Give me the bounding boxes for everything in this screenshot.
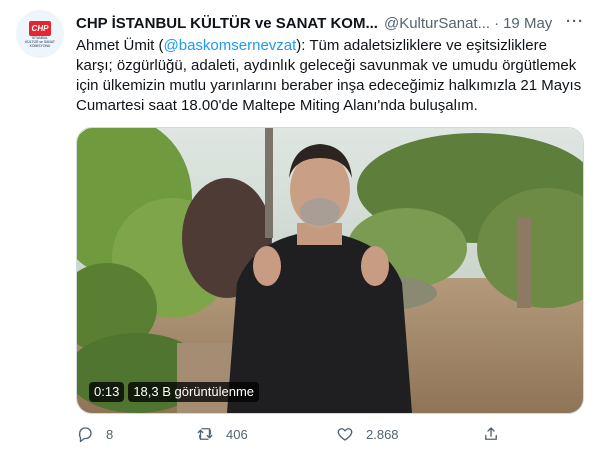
avatar[interactable]: CHP İSTANBUL KÜLTÜR ve SANAT KOMİSYONU	[16, 10, 64, 58]
tweet-card[interactable]: CHP İSTANBUL KÜLTÜR ve SANAT KOMİSYONU C…	[0, 0, 598, 457]
tweet-actions: 8 406 2.868	[76, 425, 506, 447]
display-name[interactable]: CHP İSTANBUL KÜLTÜR ve SANAT KOM...	[76, 15, 378, 32]
user-handle[interactable]: @KulturSanat...	[384, 15, 490, 32]
retweet-icon	[197, 428, 213, 440]
separator-dot: ·	[494, 14, 500, 32]
share-icon	[485, 427, 497, 440]
like-icon	[337, 428, 353, 441]
share-button[interactable]	[482, 425, 512, 443]
like-count: 2.868	[366, 426, 399, 442]
video-meta: 0:13 18,3 B görüntülenme	[89, 382, 260, 402]
reply-button[interactable]: 8	[76, 425, 113, 443]
retweet-button[interactable]: 406	[196, 425, 248, 443]
mention-link[interactable]: @baskomsernevzat	[164, 37, 297, 54]
video-player[interactable]: 0:13 18,3 B görüntülenme	[76, 127, 584, 414]
reply-icon	[78, 427, 92, 443]
avatar-text-line: KOMİSYONU	[29, 43, 51, 48]
video-frame	[77, 128, 583, 413]
tweet-text: Ahmet Ümit (@baskomsernevzat): Tüm adale…	[76, 36, 584, 116]
video-timestamp: 0:13	[89, 382, 125, 402]
more-icon[interactable]: ···	[566, 13, 584, 30]
tweet-header: CHP İSTANBUL KÜLTÜR ve SANAT KOM... @Kul…	[76, 12, 584, 34]
tweet-text-start: Ahmet Ümit (	[76, 37, 164, 54]
retweet-count: 406	[226, 426, 248, 442]
like-button[interactable]: 2.868	[336, 425, 399, 443]
video-view-count: 18,3 B görüntülenme	[128, 382, 260, 402]
chp-logo: CHP	[29, 20, 51, 36]
reply-count: 8	[106, 426, 114, 442]
tweet-date[interactable]: 19 May	[503, 15, 552, 32]
